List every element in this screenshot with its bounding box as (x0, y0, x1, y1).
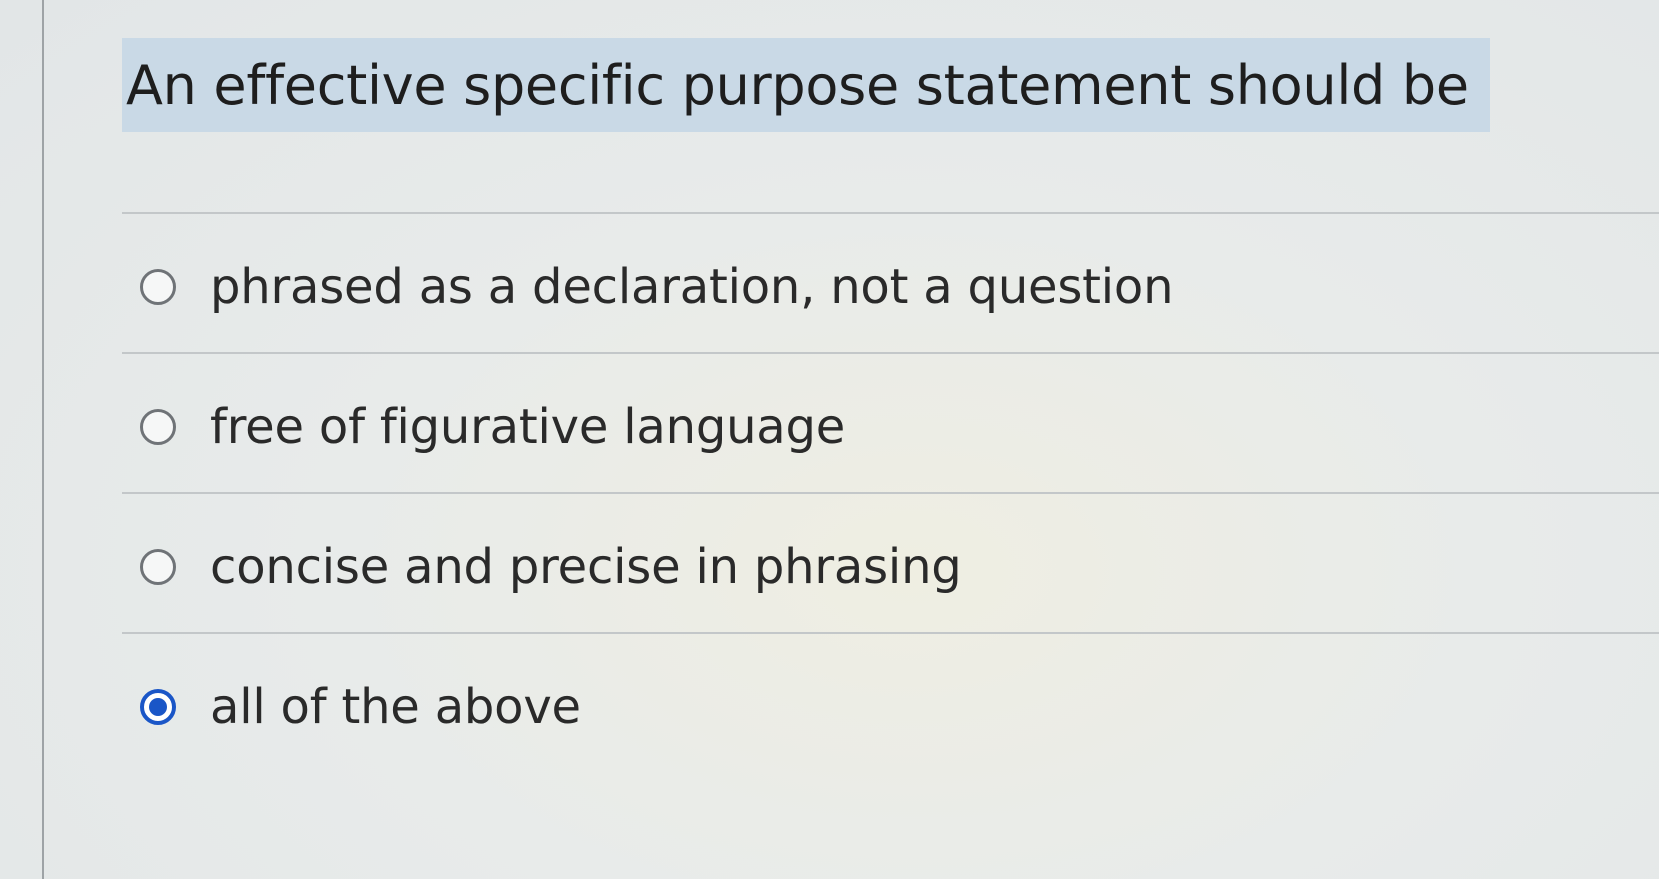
option-label-2[interactable]: free of figurative language (210, 399, 845, 455)
option-label-4[interactable]: all of the above (210, 679, 581, 735)
left-margin-rule (42, 0, 44, 879)
option-label-3[interactable]: concise and precise in phrasing (210, 539, 962, 595)
radio-empty-icon[interactable] (140, 409, 176, 445)
question-highlight: An effective specific purpose statement … (122, 38, 1490, 132)
option-label-1[interactable]: phrased as a declaration, not a question (210, 259, 1174, 315)
radio-empty-icon[interactable] (140, 549, 176, 585)
radio-empty-icon[interactable] (140, 269, 176, 305)
radio-filled-icon[interactable] (140, 689, 176, 725)
option-row-1[interactable]: phrased as a declaration, not a question (122, 212, 1659, 360)
option-row-4[interactable]: all of the above (122, 632, 1659, 780)
question-text: An effective specific purpose statement … (126, 53, 1469, 117)
option-row-3[interactable]: concise and precise in phrasing (122, 492, 1659, 640)
option-row-2[interactable]: free of figurative language (122, 352, 1659, 500)
